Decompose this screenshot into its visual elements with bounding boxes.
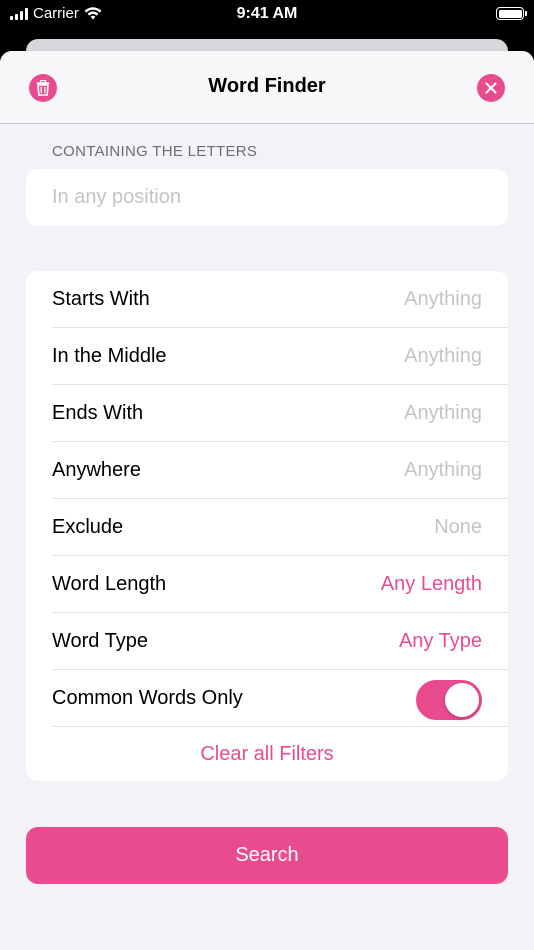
common-words-toggle[interactable] (416, 680, 482, 720)
filter-row-word-type[interactable]: Word Type Any Type (52, 613, 508, 670)
filter-label: Exclude (52, 516, 124, 538)
status-bar: Carrier 9:41 AM (0, 0, 534, 30)
word-finder-sheet: Word Finder CONTAINING THE LETTERS Start… (0, 51, 534, 950)
nav-bar: Word Finder (0, 51, 534, 124)
filter-row-anywhere[interactable]: Anywhere Anything (52, 442, 508, 499)
filter-value: Anything (404, 288, 482, 310)
close-icon (485, 82, 497, 94)
filter-value: None (434, 516, 482, 538)
filter-value: Any Length (380, 573, 482, 595)
filter-value: Any Type (398, 630, 482, 652)
filter-row-exclude[interactable]: Exclude None (52, 499, 508, 556)
filter-value: Anything (404, 459, 482, 481)
page-title: Word Finder (208, 75, 326, 97)
filter-row-word-length[interactable]: Word Length Any Length (52, 556, 508, 613)
common-words-label: Common Words Only (52, 687, 243, 709)
status-time: 9:41 AM (236, 5, 298, 22)
search-button[interactable]: Search (26, 827, 508, 884)
clear-filters-button[interactable]: Clear all Filters (26, 727, 508, 781)
filter-row-ends-with[interactable]: Ends With Anything (52, 385, 508, 442)
filter-row-in-the-middle[interactable]: In the Middle Anything (52, 328, 508, 385)
filter-label: Word Type (52, 630, 148, 652)
filter-label: Anywhere (52, 459, 141, 481)
filter-value: Anything (404, 345, 482, 367)
filters-card: Starts With Anything In the Middle Anyth… (26, 271, 508, 781)
battery-icon (496, 7, 527, 20)
letters-input[interactable] (52, 169, 482, 226)
toggle-knob (445, 683, 479, 717)
letters-input-card (26, 169, 508, 226)
common-words-row: Common Words Only (52, 670, 508, 727)
filter-value: Anything (404, 402, 482, 424)
filter-row-starts-with[interactable]: Starts With Anything (52, 271, 508, 328)
close-button[interactable] (477, 74, 505, 102)
filter-label: In the Middle (52, 345, 167, 367)
filter-label: Ends With (52, 402, 144, 424)
filter-label: Word Length (52, 573, 167, 595)
filter-label: Starts With (52, 288, 150, 310)
letters-section-header: CONTAINING THE LETTERS (52, 143, 258, 160)
screen: Carrier 9:41 AM Word Finder CONTAINING T… (0, 0, 534, 950)
